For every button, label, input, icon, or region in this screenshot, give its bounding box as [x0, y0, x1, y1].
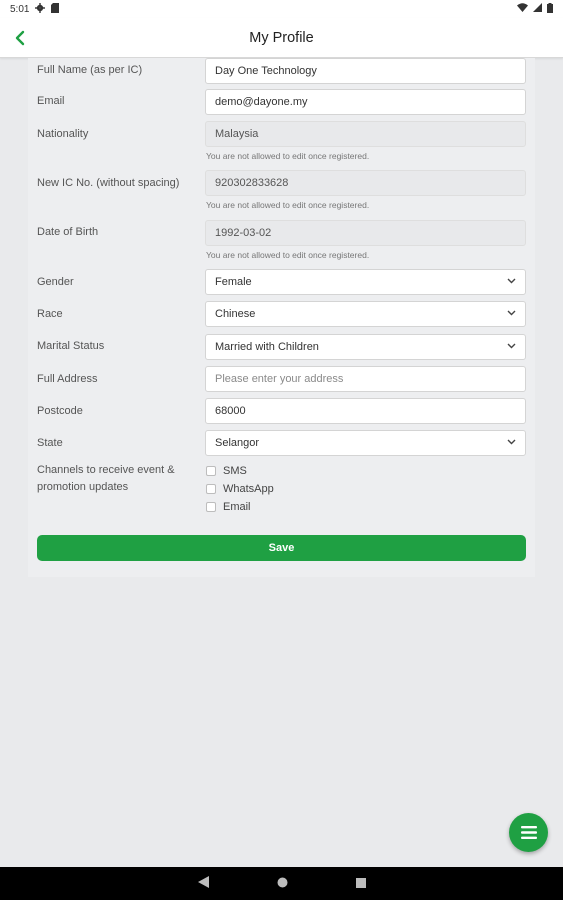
chevron-down-icon [507, 310, 516, 316]
nationality-label: Nationality [37, 128, 89, 140]
address-field[interactable]: Please enter your address [205, 366, 526, 392]
nationality-hint: You are not allowed to edit once registe… [206, 151, 370, 161]
gender-value: Female [215, 276, 252, 288]
marital-status-value: Married with Children [215, 341, 319, 353]
state-value: Selangor [215, 437, 260, 449]
checkbox-box[interactable] [206, 484, 216, 494]
home-circle-icon[interactable] [277, 875, 288, 893]
app-bar: My Profile [0, 18, 563, 58]
email-field[interactable]: demo@dayone.my [205, 89, 526, 115]
recents-square-icon[interactable] [355, 875, 366, 893]
sd-card-icon [51, 2, 60, 16]
postcode-label: Postcode [37, 405, 83, 417]
dob-hint: You are not allowed to edit once registe… [206, 250, 370, 260]
chevron-down-icon [507, 278, 516, 284]
gender-select[interactable]: Female [205, 269, 526, 295]
state-label: State [37, 437, 63, 449]
address-label: Full Address [37, 373, 98, 385]
status-time: 5:01 [10, 3, 30, 15]
status-bar: 5:01 [0, 0, 563, 18]
save-button[interactable]: Save [37, 535, 526, 561]
whatsapp-checkbox[interactable]: WhatsApp [206, 481, 274, 497]
marital-status-select[interactable]: Married with Children [205, 334, 526, 360]
checkbox-box[interactable] [206, 466, 216, 476]
race-value: Chinese [215, 308, 256, 320]
chevron-left-icon [15, 30, 25, 46]
system-nav-bar [0, 867, 563, 900]
page-title: My Profile [249, 29, 314, 46]
ic-no-field: 920302833628 [205, 170, 526, 196]
channels-label: Channels to receive event & promotion up… [37, 464, 175, 493]
whatsapp-checkbox-label: WhatsApp [223, 483, 274, 495]
sms-checkbox[interactable]: SMS [206, 463, 247, 479]
race-select[interactable]: Chinese [205, 301, 526, 327]
full-name-field[interactable]: Day One Technology [205, 58, 526, 84]
email-checkbox-label: Email [223, 501, 251, 513]
ic-no-hint: You are not allowed to edit once registe… [206, 200, 370, 210]
sms-checkbox-label: SMS [223, 465, 247, 477]
battery-icon [547, 2, 553, 16]
email-label: Email [37, 95, 65, 107]
gender-label: Gender [37, 276, 74, 288]
race-label: Race [37, 308, 63, 320]
back-button[interactable] [8, 26, 32, 50]
back-triangle-icon[interactable] [197, 875, 209, 893]
signal-icon [533, 3, 542, 15]
full-name-label: Full Name (as per IC) [37, 64, 143, 76]
marital-status-label: Marital Status [37, 340, 105, 352]
dob-field: 1992-03-02 [205, 220, 526, 246]
wifi-icon [517, 3, 528, 15]
chevron-down-icon [507, 439, 516, 445]
state-select[interactable]: Selangor [205, 430, 526, 456]
checkbox-box[interactable] [206, 502, 216, 512]
gear-icon [35, 2, 46, 16]
menu-icon [520, 826, 537, 839]
nationality-field: Malaysia [205, 121, 526, 147]
postcode-field[interactable]: 68000 [205, 398, 526, 424]
ic-no-label: New IC No. (without spacing) [37, 177, 180, 189]
chevron-down-icon [507, 343, 516, 349]
dob-label: Date of Birth [37, 226, 99, 238]
email-checkbox[interactable]: Email [206, 499, 251, 515]
menu-fab[interactable] [509, 813, 548, 852]
